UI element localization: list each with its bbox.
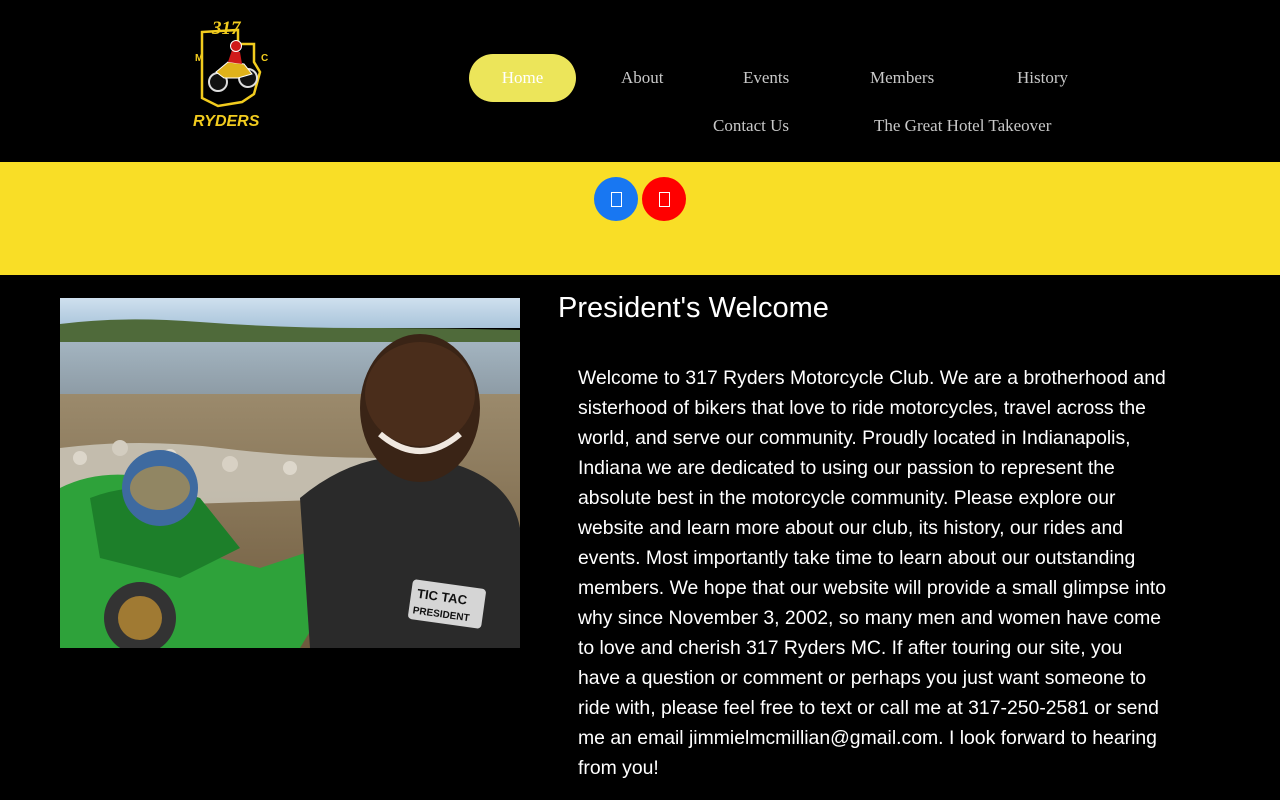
facebook-icon <box>610 191 622 207</box>
welcome-title: President's Welcome <box>558 292 829 324</box>
motorcycle-rider-icon <box>208 40 258 92</box>
nav-members[interactable]: Members <box>870 54 934 102</box>
social-band <box>0 162 1280 275</box>
logo-letter-m: M <box>195 53 203 64</box>
nav-events[interactable]: Events <box>743 54 789 102</box>
logo-letter-c: C <box>261 53 268 64</box>
nav-history[interactable]: History <box>1017 54 1068 102</box>
club-logo[interactable]: 317 M C RYDERS <box>188 14 270 130</box>
nav-about[interactable]: About <box>621 54 664 102</box>
facebook-button[interactable] <box>594 177 638 221</box>
youtube-button[interactable] <box>642 177 686 221</box>
site-header: 317 M C RYDERS Home About Events Members… <box>0 0 1280 162</box>
logo-number: 317 <box>211 18 242 39</box>
nav-great-hotel-takeover[interactable]: The Great Hotel Takeover <box>874 102 1051 150</box>
president-photo: TIC TAC PRESIDENT <box>60 298 520 648</box>
nav-contact-us[interactable]: Contact Us <box>713 102 789 150</box>
welcome-text: Welcome to 317 Ryders Motorcycle Club. W… <box>578 367 1167 779</box>
nav-home[interactable]: Home <box>469 54 576 102</box>
logo-name: RYDERS <box>193 113 260 130</box>
youtube-icon <box>658 191 670 207</box>
